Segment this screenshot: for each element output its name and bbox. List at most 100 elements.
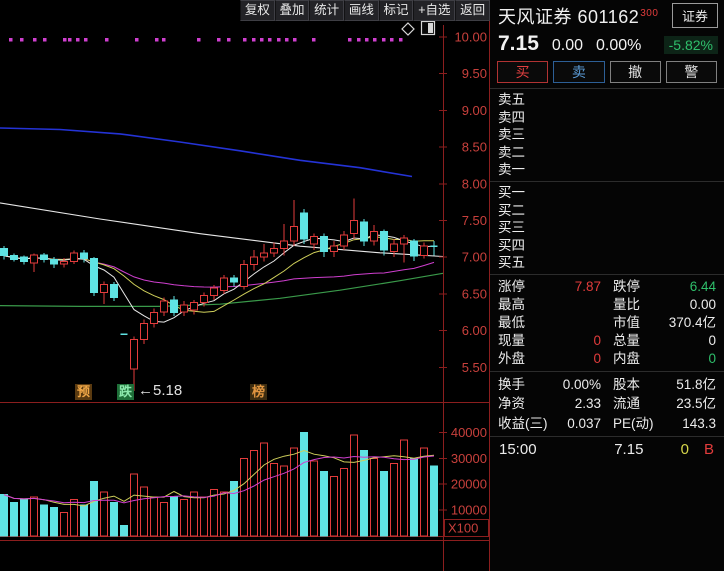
stat-row: 现量 0 总量 0 — [490, 332, 724, 350]
ask-level-2[interactable]: 卖二 — [490, 144, 724, 162]
buy-button[interactable]: 买 — [497, 61, 549, 83]
stat-value: 2.33 — [574, 396, 601, 412]
bid-level-4[interactable]: 买四 — [490, 237, 724, 255]
stat-label: 量比 — [613, 296, 640, 312]
toolbar-statistics[interactable]: 统计 — [309, 0, 345, 21]
candle-up — [350, 220, 358, 235]
signal-dot — [252, 38, 256, 42]
volume-bar-up — [250, 450, 258, 537]
bid-level-2[interactable]: 买二 — [490, 202, 724, 220]
volume-bar-up — [370, 457, 378, 537]
low-price-annotation: ←5.18 — [138, 382, 182, 399]
stat-value: 0.00 — [689, 296, 716, 312]
stat-value: 0 — [708, 332, 716, 348]
tag-rank[interactable]: 榜 — [250, 384, 267, 400]
volume-bar-down — [120, 525, 128, 537]
price-axis-label: 9.00 — [462, 103, 487, 118]
candle-up — [150, 311, 158, 324]
volume-bar-up — [350, 434, 358, 537]
candle-up — [250, 256, 258, 266]
cancel-order-button[interactable]: 撤 — [609, 61, 661, 83]
candle-down — [20, 256, 28, 263]
toolbar-adjust-rights[interactable]: 复权 — [240, 0, 275, 21]
range-pct-badge: -5.82% — [663, 36, 718, 54]
volume-bar-up — [260, 442, 268, 537]
signal-dot — [63, 38, 67, 42]
stat-value: 7.87 — [574, 278, 601, 294]
diamond-marker-icon[interactable] — [401, 22, 415, 36]
candle-up — [140, 322, 148, 340]
toolbar-overlay[interactable]: 叠加 — [274, 0, 310, 21]
trading-terminal-window: ←5.18 10.00 9.50 9.00 8.50 8.00 7.50 7.00 6.50 6.… — [0, 0, 724, 571]
price-axis-label: 5.50 — [462, 360, 487, 375]
ask-level-4[interactable]: 卖四 — [490, 109, 724, 127]
candle-up — [130, 338, 138, 370]
toolbar-back[interactable]: 返回 — [455, 0, 490, 21]
stat-row: 外盘 0 内盘 0 — [490, 350, 724, 368]
stat-value: 23.5亿 — [676, 396, 716, 412]
signal-dot — [9, 38, 13, 42]
ask-level-1[interactable]: 卖一 — [490, 161, 724, 179]
signal-dot — [382, 38, 386, 42]
bid-level-3[interactable]: 买三 — [490, 219, 724, 237]
toolbar-marker[interactable]: 标记 — [378, 0, 414, 21]
candle-up — [160, 300, 168, 313]
stat-value — [550, 314, 613, 332]
signal-dot — [105, 38, 109, 42]
candle-down — [10, 255, 18, 260]
stat-label: 最高 — [498, 296, 525, 312]
candle-up — [190, 302, 198, 311]
bid-level-5[interactable]: 买五 — [490, 254, 724, 272]
sell-button[interactable]: 卖 — [553, 61, 605, 83]
alert-button[interactable]: 警 — [665, 61, 717, 83]
tag-forecast[interactable]: 预 — [75, 384, 92, 400]
ask-level-3[interactable]: 卖三 — [490, 126, 724, 144]
volume-bar-up — [140, 486, 148, 537]
ask-levels: 卖五 卖四 卖三 卖二 卖一 — [490, 89, 724, 181]
candle-down — [80, 252, 88, 260]
candle-up — [70, 252, 78, 263]
tag-fall[interactable]: 跌 — [117, 384, 134, 400]
stat-value: 0.037 — [567, 415, 601, 431]
signal-dot — [390, 38, 394, 42]
trade-button-row: 买卖撤警 — [490, 57, 724, 88]
volume-bar-up — [420, 447, 428, 537]
signal-dot — [84, 38, 88, 42]
stat-label: 最低 — [498, 314, 525, 330]
ask-level-5[interactable]: 卖五 — [490, 91, 724, 109]
volume-bar-up — [160, 501, 168, 537]
volume-bar-down — [110, 501, 118, 537]
stat-label: 外盘 — [498, 350, 525, 366]
stat-label: 跌停 — [613, 278, 640, 294]
volume-bar-up — [220, 491, 228, 537]
price-axis-label: 8.00 — [462, 176, 487, 191]
latest-tick-row[interactable]: 15:00 7.15 0 B — [490, 437, 724, 461]
candle-down — [90, 258, 98, 294]
volume-bar-up — [180, 499, 188, 537]
kline-chart[interactable]: ←5.18 10.00 9.50 9.00 8.50 8.00 7.50 7.00 6.50 6.… — [0, 0, 490, 571]
toolbar-draw-line[interactable]: 画线 — [344, 0, 379, 21]
price-change-pct: 0.00% — [596, 37, 642, 54]
volume-bar-up — [200, 496, 208, 537]
stat-label: 市值 — [613, 314, 640, 330]
signal-dot — [277, 38, 281, 42]
tick-volume: 0 — [680, 440, 689, 458]
volume-bar-down — [230, 481, 238, 537]
signal-dot — [68, 38, 72, 42]
signal-dot — [312, 38, 316, 42]
volume-bar-up — [280, 465, 288, 537]
sector-tag-button[interactable]: 证券 — [671, 3, 718, 28]
toolbar-add-watchlist[interactable]: +自选 — [413, 0, 456, 21]
price-axis-label: 8.50 — [462, 140, 487, 155]
bid-level-1[interactable]: 买一 — [490, 184, 724, 202]
volume-bar-up — [290, 447, 298, 537]
stock-code: 601162 — [577, 7, 640, 27]
last-price: 7.15 — [498, 32, 539, 55]
candle-down — [50, 258, 58, 265]
price-ma30-line — [3, 255, 435, 288]
volume-bar-down — [170, 496, 178, 537]
signal-dot — [162, 38, 166, 42]
candle-down — [410, 240, 418, 257]
candle-down — [170, 299, 178, 313]
chart-toolbar: 复权 叠加 统计 画线 标记 +自选 返回 — [240, 0, 490, 21]
